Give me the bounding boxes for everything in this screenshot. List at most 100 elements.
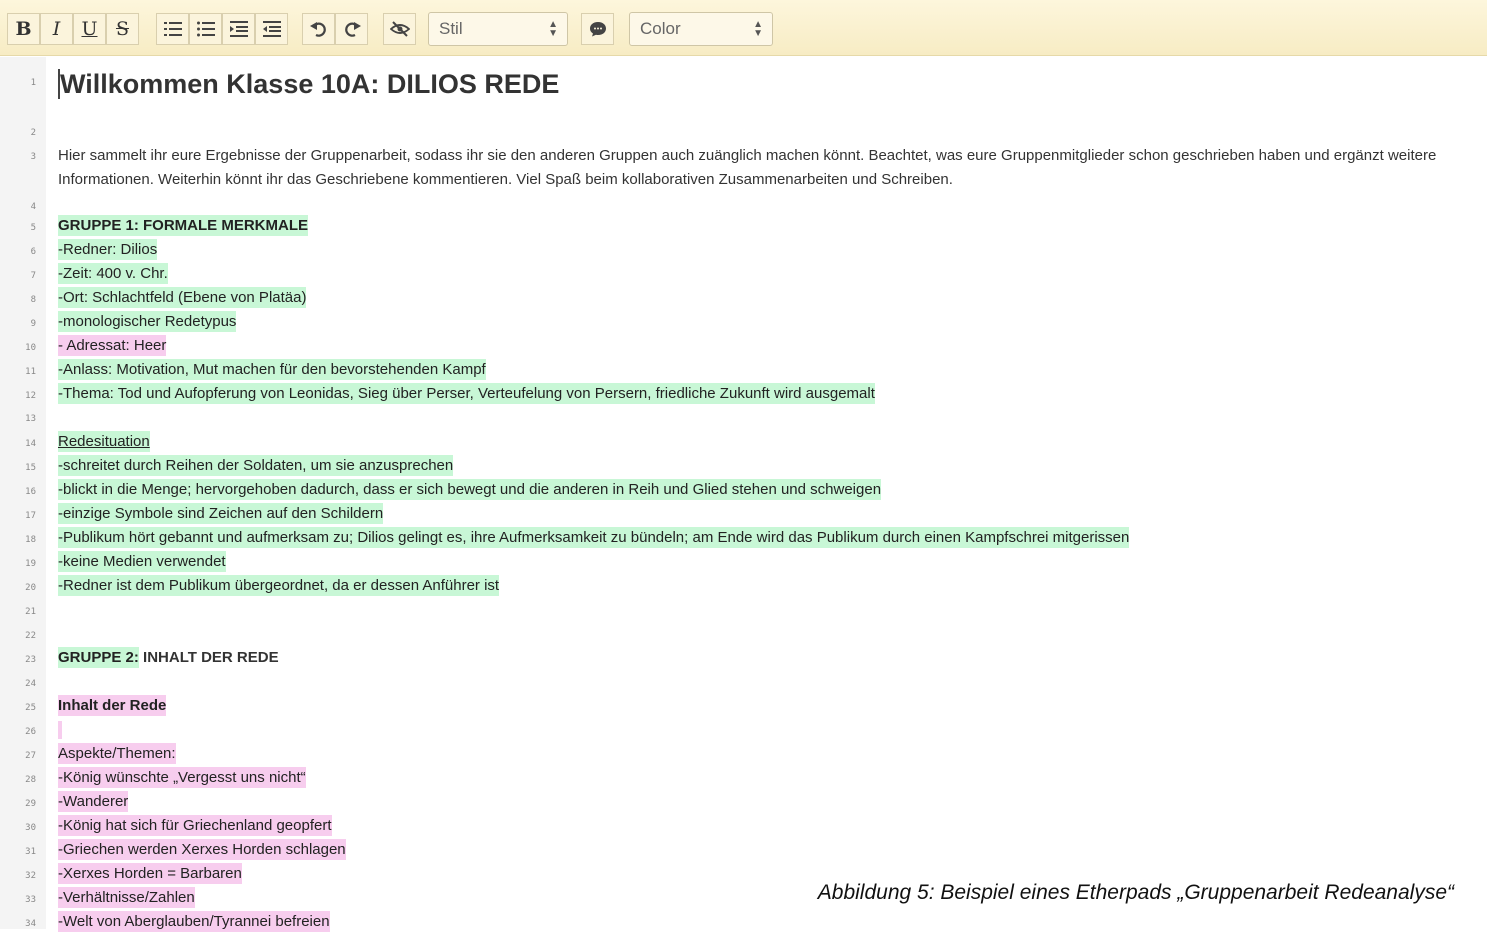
eye-slash-icon (389, 21, 410, 37)
color-select[interactable]: Color ▲ ▼ (629, 12, 773, 46)
list-item-text: -Griechen werden Xerxes Horden schlagen (58, 839, 346, 860)
list-item-text: -monologischer Redetypus (58, 311, 237, 332)
list-item: -König hat sich für Griechenland geopfer… (58, 815, 332, 836)
author-color-marker (58, 721, 62, 740)
outdent-button[interactable] (255, 13, 288, 45)
list-item-text: -keine Medien verwendet (58, 551, 226, 572)
line-number: 4 (30, 202, 36, 212)
line-number: 22 (25, 631, 36, 641)
aspekte-label: Aspekte/Themen: (58, 743, 176, 764)
indent-button[interactable] (222, 13, 255, 45)
line-number: 29 (25, 799, 36, 809)
aspekte-label-text: Aspekte/Themen: (58, 743, 176, 764)
figure-caption: Abbildung 5: Beispiel eines Etherpads „G… (817, 881, 1454, 904)
inhalt-heading: Inhalt der Rede (58, 695, 167, 716)
list-item-text: -Xerxes Horden = Barbaren (58, 863, 242, 884)
line-number: 32 (25, 871, 36, 881)
list-item-text: -Zeit: 400 v. Chr. (58, 263, 168, 284)
line-number: 6 (30, 247, 36, 257)
redo-icon (344, 22, 361, 37)
line-number: 21 (25, 607, 36, 617)
line-number: 16 (25, 487, 36, 497)
list-item: -einzige Symbole sind Zeichen auf den Sc… (58, 503, 384, 524)
line-number: 23 (25, 655, 36, 665)
list-item-text: -blickt in die Menge; hervorgehoben dadu… (58, 479, 882, 500)
list-item: -Welt von Aberglauben/Tyrannei befreien (58, 911, 330, 932)
unordered-list-icon (196, 21, 215, 37)
pad-editor[interactable]: 1 2 3 4 5 6 7 8 9 10 11 12 13 14 15 16 1… (0, 57, 1487, 932)
bold-button[interactable]: B (7, 13, 40, 45)
pad-title: Willkommen Klasse 10A: DILIOS REDE (60, 69, 560, 99)
list-item: -Griechen werden Xerxes Horden schlagen (58, 839, 346, 860)
list-item-text: -Verhältnisse/Zahlen (58, 887, 195, 908)
style-select[interactable]: Stil ▲ ▼ (428, 12, 568, 46)
line-number: 34 (25, 919, 36, 929)
list-item: -Wanderer (58, 791, 129, 812)
group1-heading-text: GRUPPE 1: FORMALE MERKMALE (58, 215, 309, 236)
line-number: 19 (25, 559, 36, 569)
intro-paragraph: Hier sammelt ihr eure Ergebnisse der Gru… (58, 147, 1437, 188)
line-number: 30 (25, 823, 36, 833)
line-number: 31 (25, 847, 36, 857)
list-item: -Zeit: 400 v. Chr. (58, 263, 168, 284)
line-number: 26 (25, 727, 36, 737)
inhalt-heading-text: Inhalt der Rede (58, 695, 167, 716)
unordered-list-button[interactable] (189, 13, 222, 45)
list-item-text: -Thema: Tod und Aufopferung von Leonidas… (58, 383, 875, 404)
underline-button[interactable]: U (73, 13, 106, 45)
group2-heading-text: INHALT DER REDE (138, 649, 279, 666)
line-number: 7 (30, 271, 36, 281)
undo-icon (309, 22, 326, 37)
style-select-value: Stil (439, 19, 463, 38)
line-number: 25 (25, 703, 36, 713)
list-item: -keine Medien verwendet (58, 551, 226, 572)
select-arrows-icon: ▲ ▼ (548, 19, 558, 39)
list-item: -monologischer Redetypus (58, 311, 237, 332)
redo-button[interactable] (335, 13, 368, 45)
strikethrough-button[interactable]: S (106, 13, 139, 45)
outdent-icon (262, 21, 281, 37)
bold-icon: B (15, 18, 32, 40)
list-item: -Redner ist dem Publikum übergeordnet, d… (58, 575, 500, 596)
list-item: -Thema: Tod und Aufopferung von Leonidas… (58, 383, 875, 404)
strikethrough-icon: S (115, 18, 130, 40)
color-select-value: Color (640, 19, 681, 38)
line-number: 28 (25, 775, 36, 785)
list-item: -schreitet durch Reihen der Soldaten, um… (58, 455, 454, 476)
list-item: -Publikum hört gebannt und aufmerksam zu… (58, 527, 1130, 548)
line-number: 27 (25, 751, 36, 761)
list-item-text: -König wünschte „Vergesst uns nicht“ (58, 767, 306, 788)
line-number: 12 (25, 391, 36, 401)
group1-heading: GRUPPE 1: FORMALE MERKMALE (58, 215, 309, 236)
line-number: 1 (30, 78, 36, 88)
list-item: -Anlass: Motivation, Mut machen für den … (58, 359, 486, 380)
select-arrows-icon: ▲ ▼ (753, 19, 763, 39)
editor-toolbar: B I U S Stil ▲ ▼ Color ▲ ▼ (0, 0, 1487, 56)
line-number: 24 (25, 679, 36, 689)
line-number: 9 (30, 319, 36, 329)
list-item-text: -Wanderer (58, 791, 129, 812)
list-item-text: -einzige Symbole sind Zeichen auf den Sc… (58, 503, 384, 524)
line-number: 20 (25, 583, 36, 593)
list-item: -Xerxes Horden = Barbaren (58, 863, 242, 884)
indent-icon (229, 21, 248, 37)
list-item-text: -schreitet durch Reihen der Soldaten, um… (58, 455, 454, 476)
comment-icon (589, 22, 606, 37)
line-number: 15 (25, 463, 36, 473)
redesituation-heading-text: Redesituation (58, 431, 150, 452)
line-number: 14 (25, 439, 36, 449)
comment-button[interactable] (581, 13, 614, 45)
ordered-list-button[interactable] (156, 13, 189, 45)
line-number: 13 (25, 414, 36, 424)
list-item-text: - Adressat: Heer (58, 335, 167, 356)
group2-heading-label: GRUPPE 2: (58, 647, 139, 668)
line-number: 33 (25, 895, 36, 905)
undo-button[interactable] (302, 13, 335, 45)
list-item: -Redner: Dilios (58, 239, 158, 260)
line-number: 10 (25, 343, 36, 353)
ordered-list-icon (163, 22, 182, 36)
line-number: 11 (25, 367, 36, 377)
italic-button[interactable]: I (40, 13, 73, 45)
list-item-text: -Ort: Schlachtfeld (Ebene von Platäa) (58, 287, 307, 308)
clear-authorship-button[interactable] (383, 13, 416, 45)
